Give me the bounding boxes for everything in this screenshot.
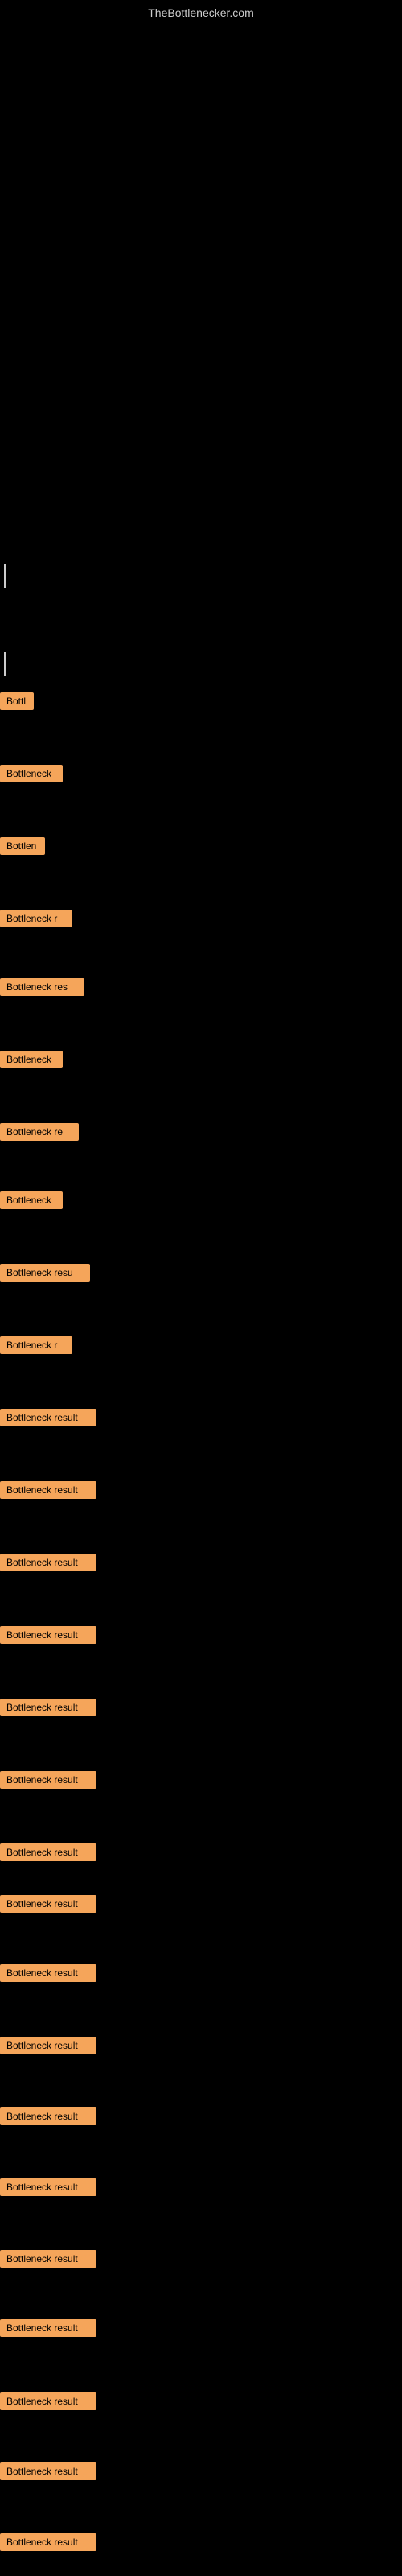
bottleneck-result-badge[interactable]: Bottleneck result [0, 2533, 96, 2551]
bottleneck-result-badge[interactable]: Bottleneck r [0, 1336, 72, 1354]
bottleneck-result-badge[interactable]: Bottleneck r [0, 910, 72, 927]
bottleneck-result-badge[interactable]: Bottleneck result [0, 1964, 96, 1982]
bottleneck-result-badge[interactable]: Bottleneck result [0, 2462, 96, 2480]
bottleneck-result-badge[interactable]: Bottleneck [0, 1191, 63, 1209]
bottleneck-result-badge[interactable]: Bottleneck result [0, 2107, 96, 2125]
bottleneck-result-badge[interactable]: Bottleneck resu [0, 1264, 90, 1282]
bottleneck-result-badge[interactable]: Bottleneck result [0, 2392, 96, 2410]
bottleneck-result-badge[interactable]: Bottleneck [0, 1051, 63, 1068]
bottleneck-result-badge[interactable]: Bottleneck result [0, 2037, 96, 2054]
bottleneck-result-badge[interactable]: Bottleneck result [0, 1843, 96, 1861]
bottleneck-result-badge[interactable]: Bottleneck result [0, 1699, 96, 1716]
bottleneck-result-badge[interactable]: Bottleneck result [0, 2178, 96, 2196]
bottleneck-result-badge[interactable]: Bottleneck result [0, 1771, 96, 1789]
bottleneck-result-badge[interactable]: Bottleneck [0, 765, 63, 782]
site-title: TheBottlenecker.com [148, 6, 254, 19]
bottleneck-result-badge[interactable]: Bottlen [0, 837, 45, 855]
cursor-line-2 [4, 652, 6, 676]
bottleneck-result-badge[interactable]: Bottleneck result [0, 1409, 96, 1426]
bottleneck-result-badge[interactable]: Bottleneck result [0, 2319, 96, 2337]
bottleneck-result-badge[interactable]: Bottleneck res [0, 978, 84, 996]
bottleneck-result-badge[interactable]: Bottleneck result [0, 1554, 96, 1571]
bottleneck-result-badge[interactable]: Bottl [0, 692, 34, 710]
bottleneck-result-badge[interactable]: Bottleneck result [0, 1895, 96, 1913]
bottleneck-result-badge[interactable]: Bottleneck result [0, 2250, 96, 2268]
bottleneck-result-badge[interactable]: Bottleneck re [0, 1123, 79, 1141]
bottleneck-result-badge[interactable]: Bottleneck result [0, 1481, 96, 1499]
bottleneck-result-badge[interactable]: Bottleneck result [0, 1626, 96, 1644]
cursor-line-1 [4, 564, 6, 588]
